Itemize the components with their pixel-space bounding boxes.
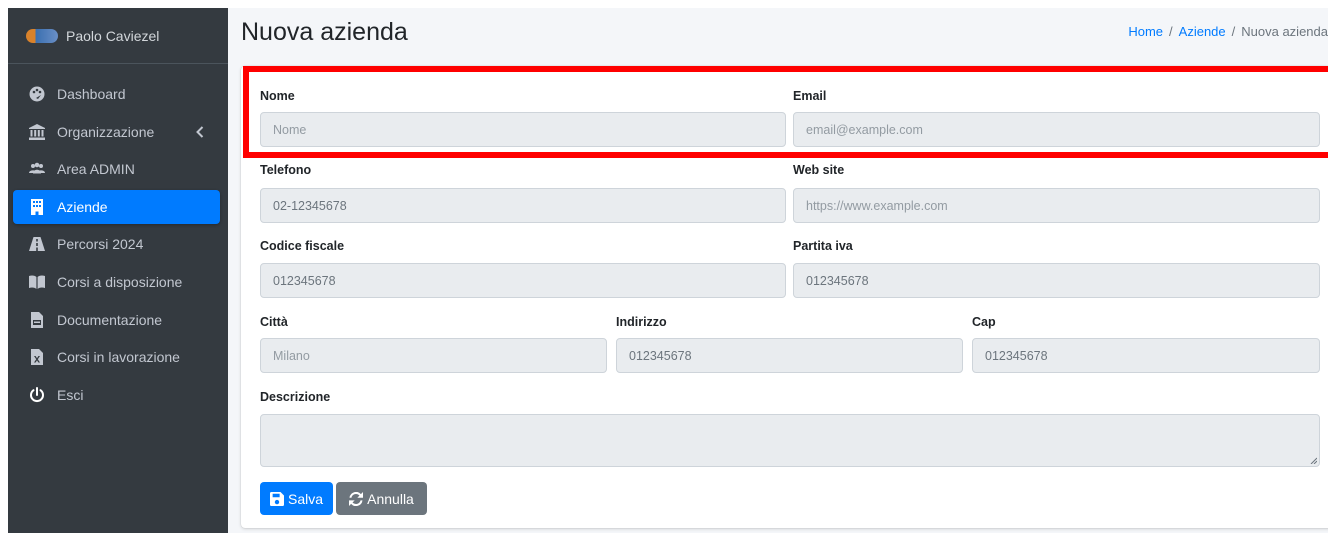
breadcrumb-link-home[interactable]: Home — [1128, 24, 1163, 39]
codice-fiscale-label: Codice fiscale — [260, 239, 345, 253]
sidebar-item-area-admin[interactable]: Area ADMIN — [13, 152, 220, 186]
chevron-left-icon[interactable] — [194, 124, 206, 140]
indirizzo-input[interactable]: 012345678 — [616, 338, 963, 373]
app-frame: Paolo Caviezel Dashboard Organizzazione — [8, 8, 1328, 533]
indirizzo-label: Indirizzo — [616, 315, 667, 329]
email-placeholder: email@example.com — [806, 122, 923, 137]
nome-input[interactable]: Nome — [260, 112, 786, 147]
sidebar-item-aziende[interactable]: Aziende — [13, 189, 220, 224]
partita-iva-placeholder: 012345678 — [806, 273, 869, 288]
sidebar-item-documentazione[interactable]: Documentazione — [13, 303, 220, 337]
sidebar-item-percorsi-2024[interactable]: Percorsi 2024 — [13, 227, 220, 261]
descrizione-label: Descrizione — [260, 390, 331, 404]
sidebar-item-label: Dashboard — [57, 86, 126, 102]
nome-placeholder: Nome — [273, 122, 307, 137]
sidebar-item-label: Documentazione — [57, 311, 163, 328]
sidebar-item-dashboard[interactable]: Dashboard — [13, 77, 220, 111]
sidebar-item-corsi-in-lavorazione[interactable]: Corsi in lavorazione — [13, 340, 220, 374]
sidebar-item-label: Area ADMIN — [57, 161, 135, 178]
descrizione-textarea[interactable] — [260, 414, 1320, 467]
citta-input[interactable]: Milano — [260, 338, 607, 373]
resize-handle-icon[interactable] — [1309, 456, 1317, 464]
cancel-button-label: Annulla — [367, 490, 414, 507]
sidebar-item-label: Organizzazione — [57, 123, 155, 140]
book-icon — [27, 272, 47, 292]
cap-input[interactable]: 012345678 — [972, 338, 1320, 373]
telefono-placeholder: 02-12345678 — [273, 198, 347, 213]
citta-label: Città — [260, 315, 288, 329]
website-input[interactable]: https://www.example.com — [793, 188, 1320, 223]
users-icon — [27, 159, 47, 179]
pdf-file-icon — [27, 310, 47, 330]
save-button[interactable]: Salva — [260, 482, 333, 515]
citta-placeholder: Milano — [273, 348, 310, 363]
page-title: Nuova azienda — [241, 18, 408, 46]
website-placeholder: https://www.example.com — [806, 198, 948, 213]
partita-iva-input[interactable]: 012345678 — [793, 263, 1320, 298]
sidebar-nav: Dashboard Organizzazione Area ADMIN Azie… — [13, 77, 220, 415]
breadcrumb-link-aziende[interactable]: Aziende — [1179, 24, 1226, 39]
cap-placeholder: 012345678 — [985, 348, 1048, 363]
breadcrumb-separator: / — [1231, 24, 1236, 39]
sidebar-item-label: Corsi in lavorazione — [57, 349, 180, 366]
indirizzo-placeholder: 012345678 — [629, 348, 692, 363]
bank-icon — [27, 122, 47, 142]
excel-file-icon — [27, 347, 47, 367]
building-icon — [27, 197, 47, 217]
breadcrumb-current: Nuova azienda — [1241, 24, 1328, 39]
user-name: Paolo Caviezel — [66, 27, 160, 44]
codice-fiscale-placeholder: 012345678 — [273, 273, 336, 288]
brand-logo-icon — [26, 28, 58, 43]
website-label: Web site — [793, 163, 845, 177]
refresh-icon — [349, 491, 364, 506]
main-content: Nuova azienda Home / Aziende / Nuova azienda… — [228, 8, 1328, 533]
sidebar-item-label: Esci — [57, 386, 84, 403]
nome-label: Nome — [260, 89, 295, 103]
sidebar-brand[interactable]: Paolo Caviezel — [8, 8, 228, 64]
floppy-disk-icon — [269, 491, 284, 506]
sidebar-item-label: Corsi a disposizione — [57, 273, 183, 290]
power-icon — [27, 385, 47, 405]
telefono-label: Telefono — [260, 163, 312, 177]
email-input[interactable]: email@example.com — [793, 112, 1320, 147]
breadcrumb: Home / Aziende / Nuova azienda — [1128, 24, 1328, 39]
sidebar-item-corsi-a-disposizione[interactable]: Corsi a disposizione — [13, 265, 220, 299]
cancel-button[interactable]: Annulla — [336, 482, 427, 515]
codice-fiscale-input[interactable]: 012345678 — [260, 263, 786, 298]
sidebar: Paolo Caviezel Dashboard Organizzazione — [8, 8, 228, 533]
email-label: Email — [793, 89, 827, 103]
sidebar-item-esci[interactable]: Esci — [13, 378, 220, 412]
road-icon — [27, 234, 47, 254]
partita-iva-label: Partita iva — [793, 239, 853, 253]
sidebar-item-organizzazione[interactable]: Organizzazione — [13, 115, 220, 149]
save-button-label: Salva — [287, 490, 324, 507]
cap-label: Cap — [972, 315, 996, 329]
telefono-input[interactable]: 02-12345678 — [260, 188, 786, 223]
sidebar-item-label: Aziende — [57, 198, 108, 215]
breadcrumb-separator: / — [1169, 24, 1173, 39]
palette-icon — [27, 84, 47, 104]
sidebar-item-label: Percorsi 2024 — [57, 236, 144, 253]
